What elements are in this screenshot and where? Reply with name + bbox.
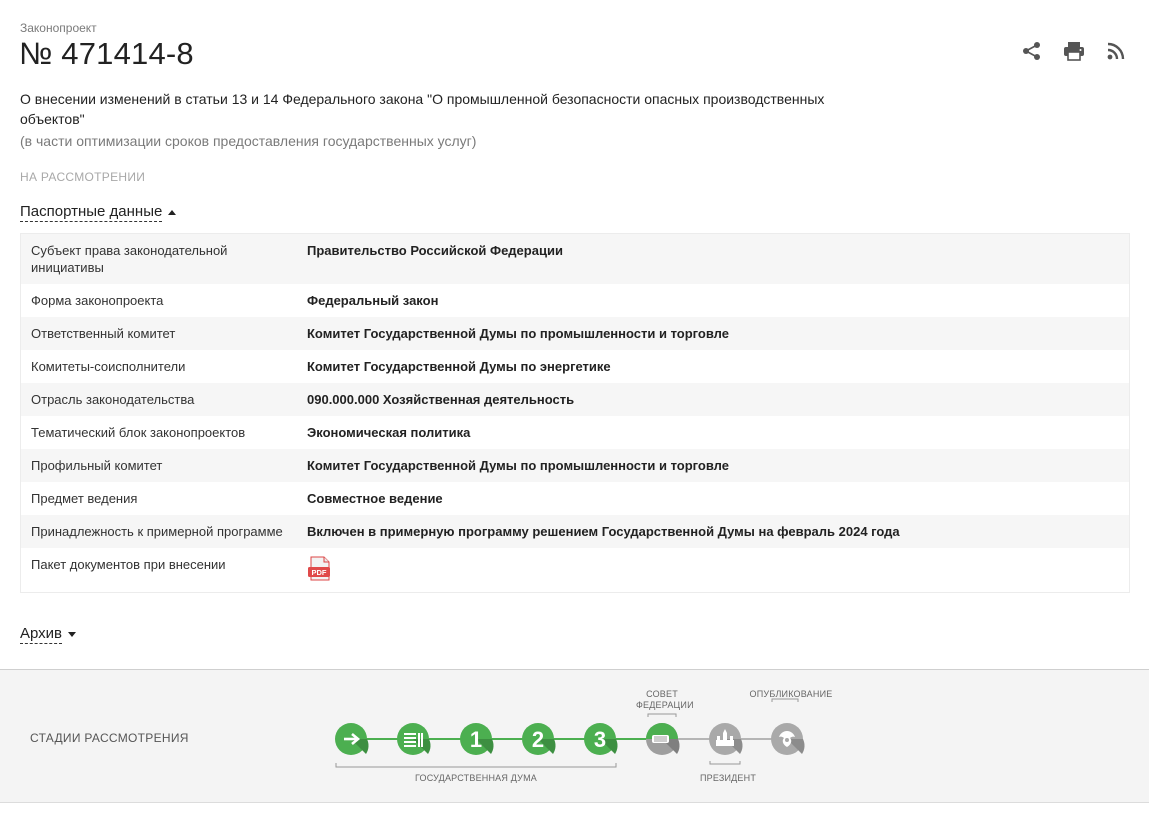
row-key: Комитеты-соисполнители [31, 359, 186, 374]
council-bracket [647, 713, 677, 717]
row-value: Федеральный закон [307, 293, 439, 308]
row-key: Профильный комитет [31, 458, 163, 473]
caret-down-icon [68, 632, 77, 637]
stage-president[interactable] [709, 723, 743, 755]
rss-icon[interactable] [1105, 40, 1127, 62]
row-value: 090.000.000 Хозяйственная деятельность [307, 392, 575, 407]
table-row: Профильный комитет Комитет Государственно… [21, 449, 1129, 482]
row-key: Субъект права законодательной инициативы [31, 243, 228, 275]
table-row: Тематический блок законопроектов Экономич… [21, 416, 1129, 449]
president-label: ПРЕЗИДЕНТ [699, 773, 757, 783]
pdf-label: PDF [312, 568, 327, 577]
stage-introduction[interactable] [335, 723, 369, 755]
share-icon[interactable] [1021, 40, 1043, 62]
archive-toggle-label: Архив [20, 625, 63, 644]
row-value: Правительство Российской Федерации [307, 243, 563, 258]
duma-label: ГОСУДАРСТВЕННАЯ ДУМА [414, 773, 537, 783]
row-key: Ответственный комитет [31, 326, 176, 341]
row-key: Предмет ведения [31, 491, 138, 506]
stages-panel: СТАДИИ РАССМОТРЕНИЯ 1 2 3 СОВЕТ ФЕДЕРАЦИ… [0, 669, 1149, 803]
council-label: СОВЕТ ФЕДЕРАЦИИ [636, 689, 694, 711]
reading-3-icon: 3 [594, 727, 606, 752]
stage-reading-3[interactable]: 3 [584, 723, 618, 755]
table-row: Отрасль законодательства 090.000.000 Хозя… [21, 383, 1129, 416]
stage-reading-2[interactable]: 2 [522, 723, 556, 755]
row-key: Принадлежность к примерной программе [31, 524, 283, 539]
row-value: Включен в примерную программу решением Г… [307, 524, 900, 539]
row-value: Комитет Государственной Думы по энергети… [307, 359, 611, 374]
reading-2-icon: 2 [532, 727, 544, 752]
council-label-line-1: СОВЕТ [646, 689, 678, 699]
archive-toggle[interactable]: Архив [20, 625, 77, 644]
passport-toggle-label: Паспортные данные [20, 203, 163, 222]
row-key: Форма законопроекта [31, 293, 164, 308]
caret-up-icon [168, 210, 177, 215]
stage-federation-council[interactable] [646, 723, 680, 755]
table-row-package: Пакет документов при внесении PDF [21, 548, 1129, 592]
duma-bracket [335, 763, 617, 768]
print-icon[interactable] [1063, 40, 1085, 62]
federation-council-icon [652, 735, 669, 743]
eyebrow-label: Законопроект [20, 21, 97, 35]
row-value: Экономическая политика [307, 425, 471, 440]
table-row: Комитеты-соисполнители Комитет Государств… [21, 350, 1129, 383]
row-value: Комитет Государственной Думы по промышле… [307, 458, 729, 473]
passport-table: Субъект права законодательной инициативы… [20, 233, 1130, 593]
passport-toggle[interactable]: Паспортные данные [20, 203, 177, 222]
table-row: Предмет ведения Совместное ведение [21, 482, 1129, 515]
row-key: Отрасль законодательства [31, 392, 195, 407]
table-row: Ответственный комитет Комитет Государстве… [21, 317, 1129, 350]
table-row: Принадлежность к примерной программе Вклю… [21, 515, 1129, 548]
stage-preliminary[interactable] [397, 723, 431, 755]
bill-number: № 471414-8 [19, 36, 194, 71]
pdf-file-icon[interactable]: PDF [307, 556, 333, 582]
row-key: Тематический блок законопроектов [31, 425, 246, 440]
row-key: Пакет документов при внесении [31, 557, 226, 572]
row-value: Комитет Государственной Думы по промышле… [307, 326, 729, 341]
stage-reading-1[interactable]: 1 [460, 723, 494, 755]
council-label-line-2: ФЕДЕРАЦИИ [636, 700, 694, 710]
publication-label: ОПУБЛИКОВАНИЕ [749, 689, 833, 699]
row-value: Совместное ведение [307, 491, 443, 506]
status-badge: НА РАССМОТРЕНИИ [20, 170, 146, 184]
bill-title: О внесении изменений в статьи 13 и 14 Фе… [20, 91, 825, 127]
stages-track: 1 2 3 [335, 698, 805, 768]
president-bracket [709, 761, 741, 765]
bill-subtitle: (в части оптимизации сроков предоставлен… [20, 133, 477, 149]
table-row: Субъект права законодательной инициативы… [21, 234, 1129, 284]
table-row: Форма законопроекта Федеральный закон [21, 284, 1129, 317]
stage-publication[interactable] [771, 723, 805, 755]
header-actions [1021, 40, 1127, 62]
reading-1-icon: 1 [470, 727, 482, 752]
